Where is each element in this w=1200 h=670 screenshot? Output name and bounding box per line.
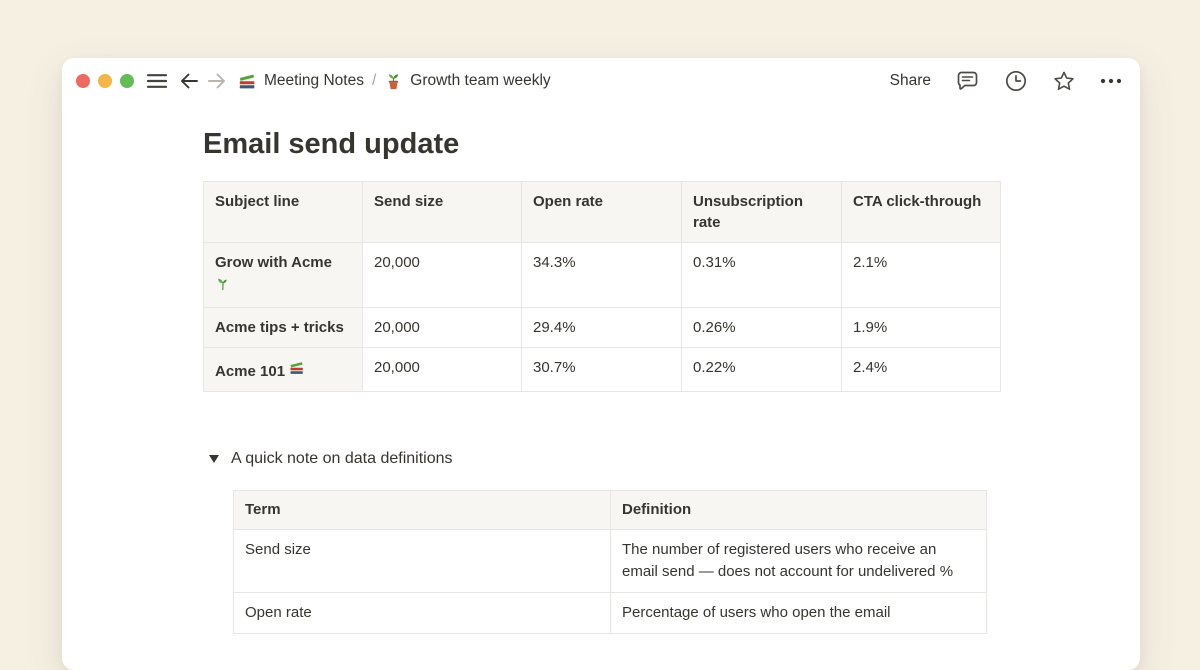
seedling-emoji — [215, 276, 231, 292]
comment-icon[interactable] — [955, 69, 980, 93]
column-header[interactable]: Subject line — [204, 182, 363, 243]
more-icon[interactable] — [1100, 78, 1122, 84]
toggle-triangle-icon — [209, 455, 219, 463]
table-row: Send sizeThe number of registered users … — [234, 530, 987, 593]
table-row: Grow with Acme 20,00034.3%0.31%2.1% — [204, 243, 1001, 308]
topbar-actions: Share — [890, 69, 1122, 93]
back-arrow-icon[interactable] — [179, 72, 199, 90]
table-cell[interactable]: 2.4% — [842, 348, 1001, 392]
column-header[interactable]: Open rate — [522, 182, 682, 243]
table-cell[interactable]: Acme 101 — [204, 348, 363, 392]
books-emoji — [238, 72, 257, 91]
table-cell[interactable]: 20,000 — [363, 243, 522, 308]
table-row: Open ratePercentage of users who open th… — [234, 593, 987, 634]
table-cell[interactable]: 2.1% — [842, 243, 1001, 308]
clock-icon[interactable] — [1004, 69, 1028, 93]
table-row: Acme 101 20,00030.7%0.22%2.4% — [204, 348, 1001, 392]
cell-text: Acme 101 — [215, 363, 285, 380]
table-cell[interactable]: Send size — [234, 530, 611, 593]
column-header[interactable]: Definition — [611, 491, 987, 530]
column-header[interactable]: CTA click-through — [842, 182, 1001, 243]
breadcrumb-item-meeting-notes[interactable]: Meeting Notes — [238, 72, 364, 91]
table-cell[interactable]: 0.31% — [682, 243, 842, 308]
forward-arrow-icon[interactable] — [207, 72, 227, 90]
toggle-label: A quick note on data definitions — [231, 450, 453, 468]
table-cell[interactable]: 20,000 — [363, 348, 522, 392]
metrics-table: Subject lineSend sizeOpen rateUnsubscrip… — [203, 181, 1001, 392]
column-header[interactable]: Send size — [363, 182, 522, 243]
cell-text: Grow with Acme — [215, 254, 332, 271]
table-cell[interactable]: 0.26% — [682, 308, 842, 348]
column-header[interactable]: Unsubscription rate — [682, 182, 842, 243]
breadcrumb-separator: / — [372, 72, 376, 90]
toggle-data-definitions[interactable]: A quick note on data definitions — [209, 446, 453, 472]
definitions-table: TermDefinitionSend sizeThe number of reg… — [233, 490, 987, 634]
cell-text: Acme tips + tricks — [215, 319, 344, 336]
header-row: TermDefinition — [234, 491, 987, 530]
star-icon[interactable] — [1052, 69, 1076, 93]
table-cell[interactable]: 34.3% — [522, 243, 682, 308]
table-cell[interactable]: Percentage of users who open the email — [611, 593, 987, 634]
table-cell[interactable]: The number of registered users who recei… — [611, 530, 987, 593]
books-emoji — [289, 360, 305, 376]
breadcrumb-item-growth-team-weekly[interactable]: Growth team weekly — [384, 72, 550, 91]
table-cell[interactable]: Open rate — [234, 593, 611, 634]
header-row: Subject lineSend sizeOpen rateUnsubscrip… — [204, 182, 1001, 243]
window-zoom-button[interactable] — [120, 74, 134, 88]
table-row: Acme tips + tricks 20,00029.4%0.26%1.9% — [204, 308, 1001, 348]
column-header[interactable]: Term — [234, 491, 611, 530]
app-window: Meeting Notes / Growth team weekly Share… — [62, 58, 1140, 670]
table-cell[interactable]: 1.9% — [842, 308, 1001, 348]
hamburger-icon[interactable] — [147, 73, 167, 89]
share-button[interactable]: Share — [890, 72, 931, 90]
table-cell[interactable]: 29.4% — [522, 308, 682, 348]
breadcrumb-label: Growth team weekly — [410, 72, 550, 90]
page-title[interactable]: Email send update — [203, 126, 459, 162]
table-cell[interactable]: Grow with Acme — [204, 243, 363, 308]
potted-plant-emoji — [384, 72, 403, 91]
breadcrumb-label: Meeting Notes — [264, 72, 364, 90]
table-cell[interactable]: Acme tips + tricks — [204, 308, 363, 348]
breadcrumb: Meeting Notes / Growth team weekly — [238, 72, 551, 91]
table-cell[interactable]: 20,000 — [363, 308, 522, 348]
window-minimize-button[interactable] — [98, 74, 112, 88]
table-cell[interactable]: 30.7% — [522, 348, 682, 392]
window-controls — [76, 74, 134, 88]
window-topbar: Meeting Notes / Growth team weekly Share — [62, 58, 1140, 104]
window-close-button[interactable] — [76, 74, 90, 88]
table-cell[interactable]: 0.22% — [682, 348, 842, 392]
